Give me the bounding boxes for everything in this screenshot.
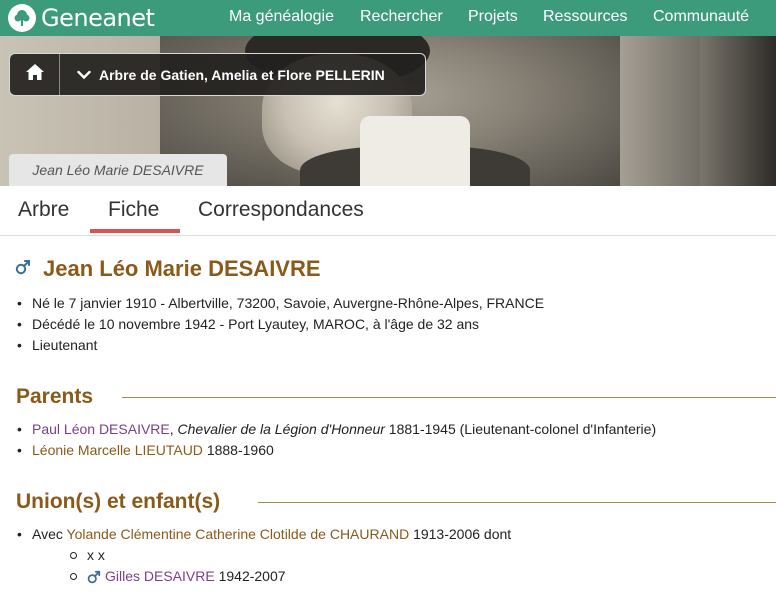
person-title: Jean Léo Marie DESAIVRE [15, 256, 321, 282]
union-details: 1913-2006 dont [413, 526, 512, 542]
nav-item-communaute[interactable]: Communauté [653, 8, 749, 26]
nav-item-projets[interactable]: Projets [468, 8, 518, 26]
spouse-link[interactable]: Yolande Clémentine Catherine Clotilde de… [67, 526, 410, 542]
father-details: 1881-1945 (Lieutenant-colonel d'Infanter… [388, 421, 657, 437]
father-item: Paul Léon DESAIVRE, Chevalier de la Légi… [16, 419, 656, 440]
person-name: Jean Léo Marie DESAIVRE [43, 256, 321, 281]
parents-divider [122, 397, 776, 398]
person-facts: Né le 7 janvier 1910 - Albertville, 7320… [16, 293, 544, 356]
home-button[interactable] [10, 54, 60, 95]
male-icon [15, 259, 31, 280]
parents-list: Paul Léon DESAIVRE, Chevalier de la Légi… [16, 419, 656, 461]
unions-list: Avec Yolande Clémentine Catherine Clotil… [16, 524, 511, 545]
mother-details: 1888-1960 [206, 442, 274, 458]
chevron-down-icon[interactable] [77, 70, 91, 80]
tab-arbre[interactable]: Arbre [18, 198, 69, 222]
death-fact: Décédé le 10 novembre 1942 - Port Lyaute… [16, 314, 544, 335]
father-honor: Chevalier de la Légion d'Honneur [177, 421, 385, 437]
father-link[interactable]: Paul Léon DESAIVRE [32, 421, 170, 437]
nav-item-ma-genealogie[interactable]: Ma généalogie [229, 8, 334, 26]
unions-divider [258, 502, 776, 503]
birth-fact: Né le 7 janvier 1910 - Albertville, 7320… [16, 293, 544, 314]
child-unknown-text: x x [87, 547, 105, 563]
child-details: 1942-2007 [218, 568, 286, 584]
tab-correspondances[interactable]: Correspondances [198, 198, 364, 222]
child-item-unknown: x x [70, 545, 286, 566]
parents-heading: Parents [16, 385, 94, 408]
father-separator: , [169, 421, 174, 437]
person-name-tab: Jean Léo Marie DESAIVRE [9, 154, 227, 186]
home-icon [25, 63, 45, 86]
mother-link[interactable]: Léonie Marcelle LIEUTAUD [32, 442, 203, 458]
child-item: Gilles DESAIVRE 1942-2007 [70, 566, 286, 587]
male-icon [87, 570, 101, 584]
mother-item: Léonie Marcelle LIEUTAUD 1888-1960 [16, 440, 656, 461]
children-list: x x Gilles DESAIVRE 1942-2007 [70, 545, 286, 587]
occupation-fact: Lieutenant [16, 335, 544, 356]
active-tab-indicator [90, 229, 180, 233]
breadcrumb: Arbre de Gatien, Amelia et Flore PELLERI… [9, 53, 426, 96]
tree-name-link[interactable]: Arbre de Gatien, Amelia et Flore PELLERI… [99, 67, 385, 83]
top-navbar: Geneanet Ma généalogie Rechercher Projet… [0, 0, 776, 36]
nav-item-rechercher[interactable]: Rechercher [360, 8, 443, 26]
nav-item-ressources[interactable]: Ressources [543, 8, 627, 26]
union-prefix: Avec [32, 526, 63, 542]
tab-fiche[interactable]: Fiche [108, 198, 159, 222]
tab-bar: Arbre Fiche Correspondances [0, 186, 776, 236]
unions-heading: Union(s) et enfant(s) [16, 490, 221, 513]
child-link[interactable]: Gilles DESAIVRE [105, 566, 215, 587]
union-item: Avec Yolande Clémentine Catherine Clotil… [16, 524, 511, 545]
